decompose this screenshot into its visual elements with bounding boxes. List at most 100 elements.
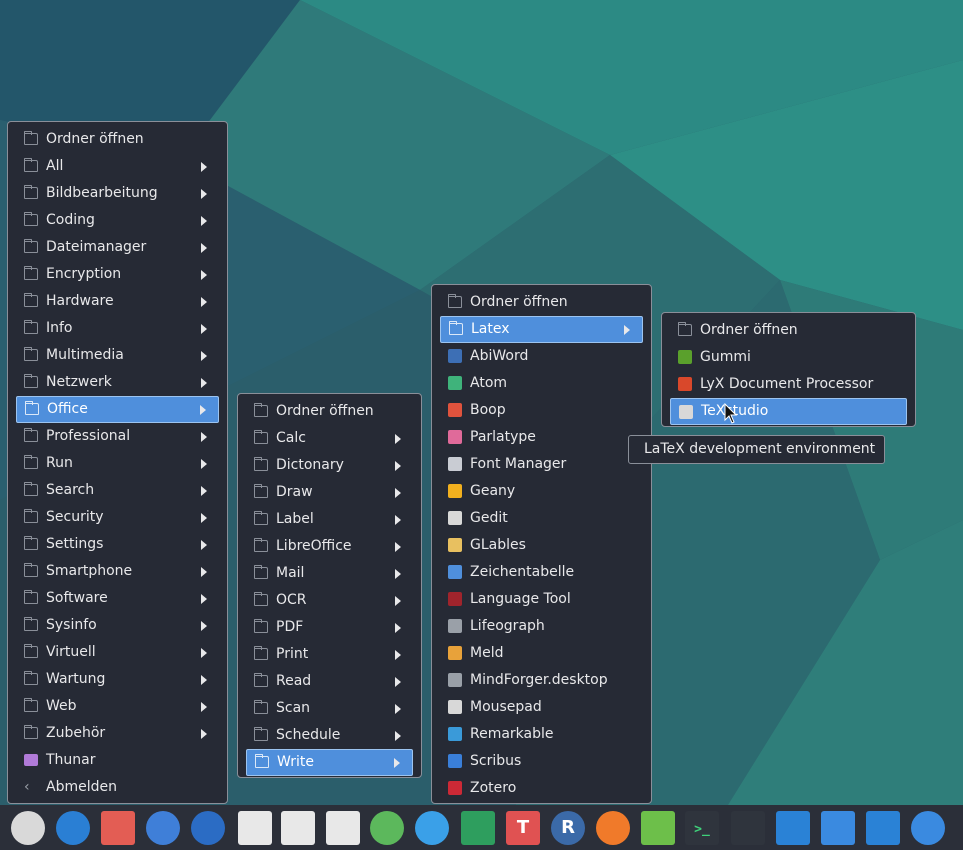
key-icon[interactable] — [370, 811, 404, 845]
menu-item-parlatype[interactable]: Parlatype — [440, 424, 643, 451]
menu-item-latex[interactable]: Latex — [440, 316, 643, 343]
menu-item-draw[interactable]: Draw — [246, 479, 413, 506]
menu-item-professional[interactable]: Professional — [16, 423, 219, 450]
menu-item-abmelden[interactable]: ‹ Abmelden — [16, 774, 219, 801]
split-view-icon[interactable] — [866, 811, 900, 845]
spreadsheet-icon[interactable] — [281, 811, 315, 845]
menu-item-hardware[interactable]: Hardware — [16, 288, 219, 315]
menu-item-smartphone[interactable]: Smartphone — [16, 558, 219, 585]
menu-item-label[interactable]: Label — [246, 506, 413, 533]
menu-item-abiword[interactable]: AbiWord — [440, 343, 643, 370]
menu-item-scan[interactable]: Scan — [246, 695, 413, 722]
globe-icon[interactable] — [191, 811, 225, 845]
menu-item-mindforger-desktop[interactable]: MindForger.desktop — [440, 667, 643, 694]
menu-item-remarkable[interactable]: Remarkable — [440, 721, 643, 748]
menu-item-search[interactable]: Search — [16, 477, 219, 504]
menu-item-language-tool[interactable]: Language Tool — [440, 586, 643, 613]
menu-item-label: Zotero — [470, 780, 517, 796]
menu-item-lifeograph[interactable]: Lifeograph — [440, 613, 643, 640]
menu-item-zotero[interactable]: Zotero — [440, 775, 643, 802]
menu-item-calc[interactable]: Calc — [246, 425, 413, 452]
hammer-icon[interactable] — [56, 811, 90, 845]
menu-item-sysinfo[interactable]: Sysinfo — [16, 612, 219, 639]
menu-item-settings[interactable]: Settings — [16, 531, 219, 558]
menu-item-schedule[interactable]: Schedule — [246, 722, 413, 749]
latex-submenu: Ordner öffnen Gummi LyX Document Processor… — [661, 312, 916, 427]
menu-item-bildbearbeitung[interactable]: Bildbearbeitung — [16, 180, 219, 207]
chevron-right-icon — [201, 189, 207, 199]
scribus-icon — [448, 754, 462, 768]
menu-item-boop[interactable]: Boop — [440, 397, 643, 424]
menu-item-run[interactable]: Run — [16, 450, 219, 477]
menu-item-atom[interactable]: Atom — [440, 370, 643, 397]
menu-item-zubeh-r[interactable]: Zubehör — [16, 720, 219, 747]
sync-icon[interactable] — [596, 811, 630, 845]
text-editor-icon[interactable]: T — [506, 811, 540, 845]
compass-icon[interactable] — [11, 811, 45, 845]
menu-item-scribus[interactable]: Scribus — [440, 748, 643, 775]
menu-item-ordner-ffnen[interactable]: Ordner öffnen — [16, 126, 219, 153]
menu-item-web[interactable]: Web — [16, 693, 219, 720]
menu-item-read[interactable]: Read — [246, 668, 413, 695]
folder-icon — [254, 592, 268, 606]
screenshot-icon[interactable] — [776, 811, 810, 845]
terminal-icon[interactable]: >_ — [685, 811, 719, 845]
system-monitor-icon[interactable] — [731, 811, 765, 845]
menu-item-gummi[interactable]: Gummi — [670, 344, 907, 371]
menu-item-label: Scribus — [470, 753, 522, 769]
menu-item-multimedia[interactable]: Multimedia — [16, 342, 219, 369]
chevron-right-icon — [395, 542, 401, 552]
network-icon[interactable] — [146, 811, 180, 845]
menu-item-ordner-ffnen[interactable]: Ordner öffnen — [670, 317, 907, 344]
menu-item-all[interactable]: All — [16, 153, 219, 180]
menu-item-label: Gedit — [470, 510, 508, 526]
chevron-right-icon — [395, 515, 401, 525]
menu-item-pdf[interactable]: PDF — [246, 614, 413, 641]
menu-item-coding[interactable]: Coding — [16, 207, 219, 234]
menu-item-label: Virtuell — [46, 644, 96, 660]
menu-item-ocr[interactable]: OCR — [246, 587, 413, 614]
menu-item-texstudio[interactable]: TeXstudio — [670, 398, 907, 425]
calculator-icon[interactable] — [326, 811, 360, 845]
menu-item-wartung[interactable]: Wartung — [16, 666, 219, 693]
folder-icon — [24, 671, 38, 685]
menu-item-dictonary[interactable]: Dictonary — [246, 452, 413, 479]
menu-item-label: Settings — [46, 536, 104, 552]
graduation-icon[interactable] — [461, 811, 495, 845]
charmap-icon — [448, 565, 462, 579]
menu-item-glables[interactable]: GLables — [440, 532, 643, 559]
menu-item-dateimanager[interactable]: Dateimanager — [16, 234, 219, 261]
menu-item-ordner-ffnen[interactable]: Ordner öffnen — [246, 398, 413, 425]
boop-icon — [448, 403, 462, 417]
menu-item-encryption[interactable]: Encryption — [16, 261, 219, 288]
menu-item-info[interactable]: Info — [16, 315, 219, 342]
menu-item-security[interactable]: Security — [16, 504, 219, 531]
menu-item-virtuell[interactable]: Virtuell — [16, 639, 219, 666]
menu-item-meld[interactable]: Meld — [440, 640, 643, 667]
menu-item-label: All — [46, 158, 64, 174]
android-icon[interactable] — [641, 811, 675, 845]
menu-item-zeichentabelle[interactable]: Zeichentabelle — [440, 559, 643, 586]
desktop-icon[interactable] — [821, 811, 855, 845]
menu-item-office[interactable]: Office — [16, 396, 219, 423]
menu-item-lyx-document-processor[interactable]: LyX Document Processor — [670, 371, 907, 398]
settings-tools-icon[interactable] — [415, 811, 449, 845]
search-icon[interactable] — [911, 811, 945, 845]
menu-item-print[interactable]: Print — [246, 641, 413, 668]
menu-item-geany[interactable]: Geany — [440, 478, 643, 505]
menu-item-write[interactable]: Write — [246, 749, 413, 776]
parlatype-icon — [448, 430, 462, 444]
menu-item-thunar[interactable]: Thunar — [16, 747, 219, 774]
mail-icon[interactable] — [101, 811, 135, 845]
menu-item-gedit[interactable]: Gedit — [440, 505, 643, 532]
r-language-icon[interactable]: R — [551, 811, 585, 845]
menu-item-netzwerk[interactable]: Netzwerk — [16, 369, 219, 396]
menu-item-software[interactable]: Software — [16, 585, 219, 612]
menu-item-mail[interactable]: Mail — [246, 560, 413, 587]
menu-item-font-manager[interactable]: Font Manager — [440, 451, 643, 478]
menu-item-ordner-ffnen[interactable]: Ordner öffnen — [440, 289, 643, 316]
notes-icon[interactable] — [238, 811, 272, 845]
menu-item-libreoffice[interactable]: LibreOffice — [246, 533, 413, 560]
folder-icon — [254, 673, 268, 687]
menu-item-mousepad[interactable]: Mousepad — [440, 694, 643, 721]
